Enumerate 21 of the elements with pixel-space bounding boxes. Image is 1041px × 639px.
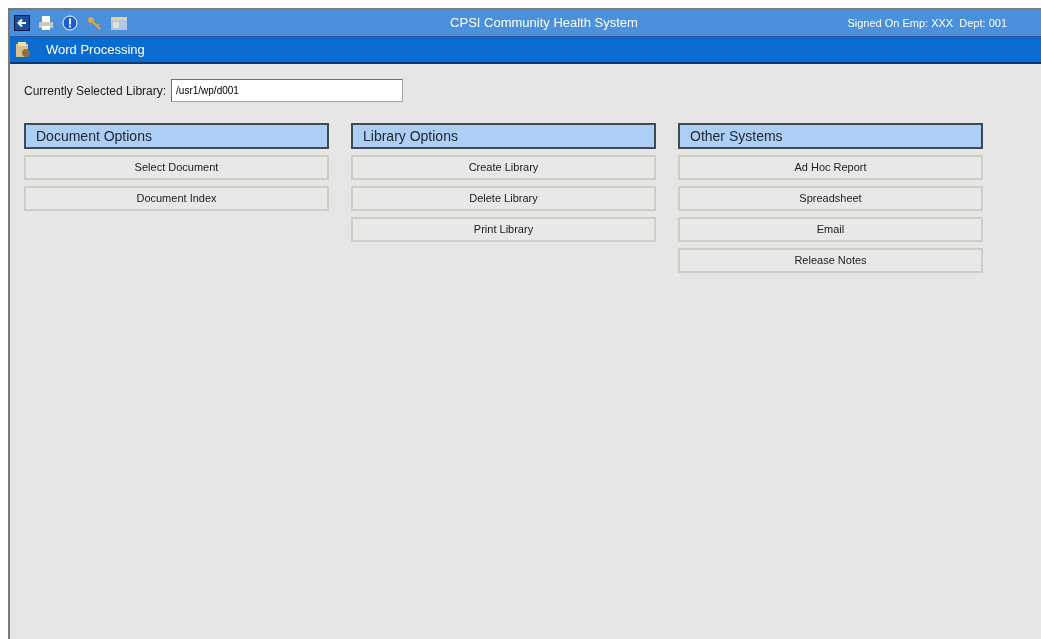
menu-button[interactable]: Print Library [351, 217, 656, 242]
module-title: Word Processing [46, 40, 145, 59]
group-header: Library Options [351, 123, 656, 149]
library-label: Currently Selected Library: [24, 82, 167, 100]
menu-button[interactable]: Spreadsheet [678, 186, 983, 211]
library-field[interactable]: /usr1/wp/d001 [171, 79, 404, 102]
back-arrow-icon[interactable] [14, 15, 30, 31]
window-icon[interactable] [110, 15, 128, 31]
menu-button[interactable]: Document Index [24, 186, 329, 211]
menu-button[interactable]: Email [678, 217, 983, 242]
menu-button[interactable]: Create Library [351, 155, 656, 180]
printer-icon[interactable] [38, 15, 54, 31]
group-header: Other Systems [678, 123, 983, 149]
signed-on-text: Signed On Emp: XXX Dept: 001 [846, 15, 1008, 31]
info-icon[interactable] [62, 15, 78, 31]
menu-button[interactable]: Delete Library [351, 186, 656, 211]
menu-button[interactable]: Ad Hoc Report [678, 155, 983, 180]
window-title: CPSI Community Health System [449, 14, 639, 33]
menu-button[interactable]: Select Document [24, 155, 329, 180]
menu-button[interactable]: Release Notes [678, 248, 983, 273]
group-header: Document Options [24, 123, 329, 149]
